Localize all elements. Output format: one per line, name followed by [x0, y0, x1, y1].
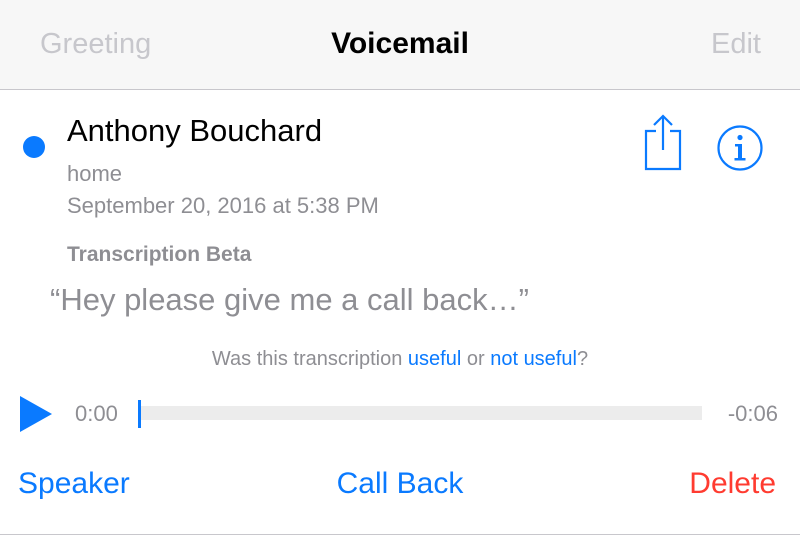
remaining-time: -0:06 — [727, 401, 778, 426]
transcription-title: Transcription Beta — [67, 243, 252, 266]
elapsed-time: 0:00 — [75, 401, 118, 426]
number-label: home — [67, 161, 123, 186]
info-icon[interactable] — [716, 124, 764, 172]
unread-indicator — [23, 136, 45, 158]
playback-scrubber[interactable] — [138, 406, 702, 420]
feedback-prefix: Was this transcription — [211, 348, 408, 370]
voicemail-date: September 20, 2016 at 5:38 PM — [67, 193, 379, 218]
transcription-feedback: Was this transcription useful or not use… — [0, 348, 800, 371]
useful-link[interactable]: useful — [408, 348, 461, 370]
scrubber-thumb[interactable] — [138, 400, 141, 428]
call-back-button[interactable]: Call Back — [0, 467, 800, 501]
navigation-bar: Greeting Voicemail Edit — [0, 0, 800, 90]
edit-button[interactable]: Edit — [711, 28, 761, 61]
divider — [0, 534, 800, 535]
caller-name: Anthony Bouchard — [67, 113, 323, 148]
not-useful-link[interactable]: not useful — [490, 348, 577, 370]
feedback-suffix: ? — [576, 348, 589, 370]
share-icon[interactable] — [638, 113, 688, 171]
feedback-middle: or — [461, 348, 491, 370]
page-title: Voicemail — [331, 27, 469, 60]
delete-button[interactable]: Delete — [689, 467, 776, 501]
transcription-text: “Hey please give me a call back…” — [50, 282, 529, 317]
play-icon[interactable] — [18, 394, 54, 434]
